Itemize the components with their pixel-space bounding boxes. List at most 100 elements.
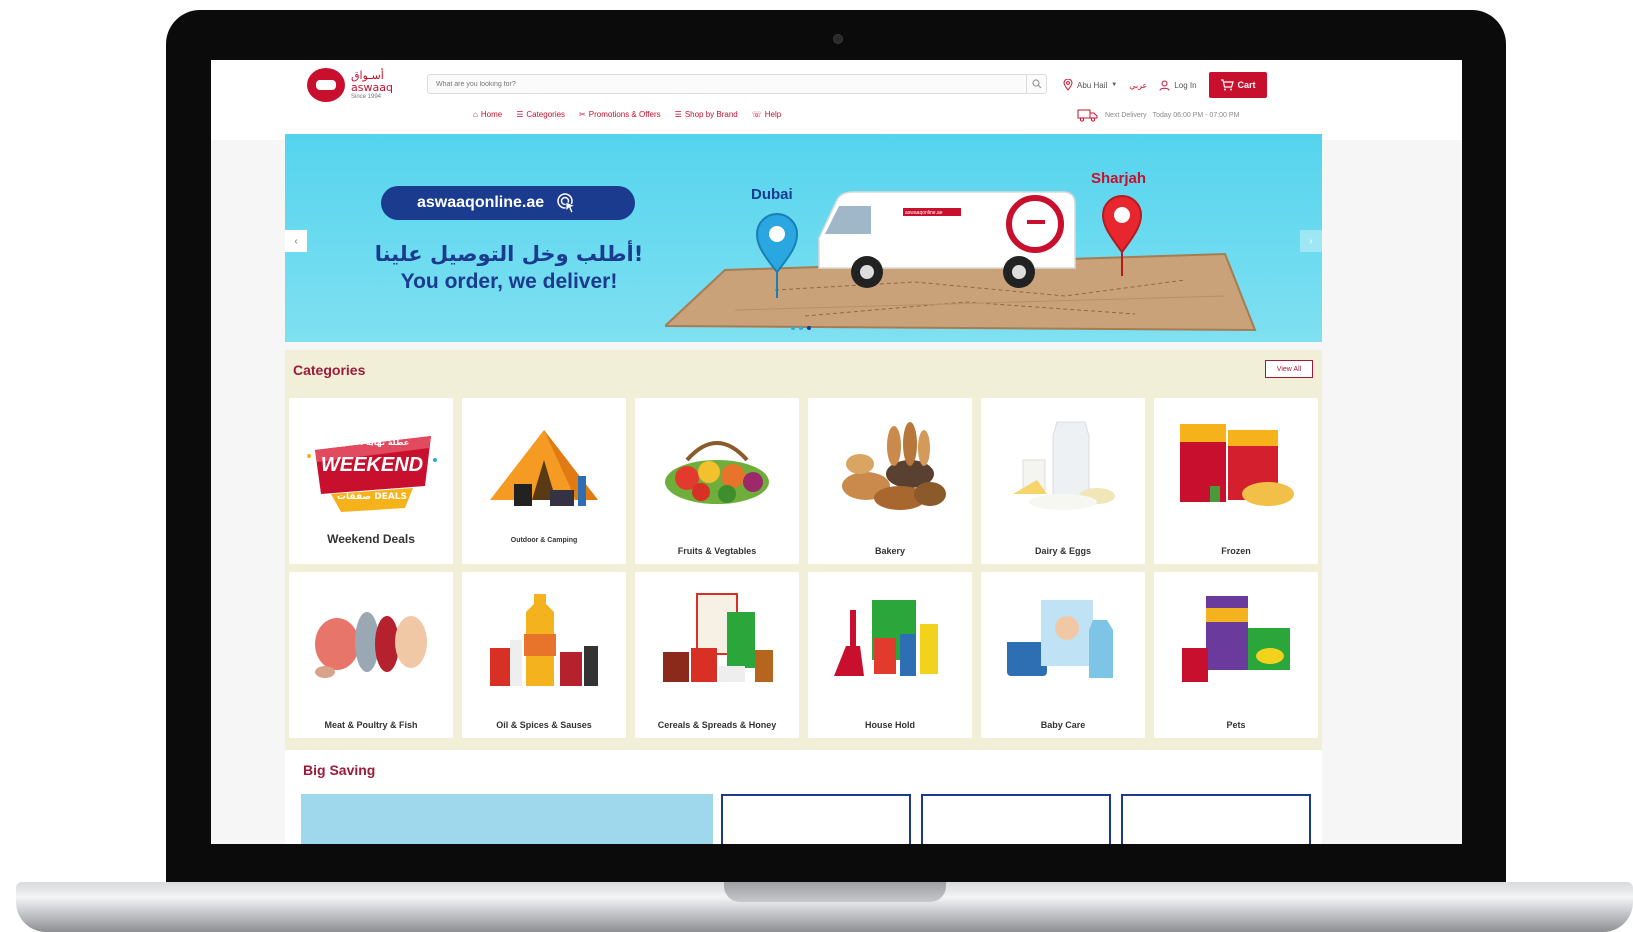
next-delivery-label: Next Delivery	[1105, 111, 1147, 119]
nav-item-home[interactable]: ⌂ Home	[473, 110, 502, 119]
cart-icon	[1220, 79, 1234, 91]
tag-icon: ✂	[579, 110, 586, 119]
site-header: أسـواق aswaaq Since 1994 What are you lo…	[211, 60, 1462, 140]
pagination-dot[interactable]	[799, 326, 803, 330]
logo-mark-icon	[307, 68, 345, 102]
banner-url: aswaaqonline.ae	[417, 194, 545, 211]
laptop-hinge-notch	[724, 882, 946, 902]
dairy-icon	[1013, 421, 1115, 510]
click-cursor-icon	[557, 193, 577, 214]
nav-item-label: Categories	[526, 110, 566, 119]
banner-url-pill: aswaaqonline.ae	[381, 186, 635, 220]
banner-next-button[interactable]: ›	[1300, 230, 1322, 252]
category-label: Cereals & Spreads & Honey	[657, 720, 777, 730]
language-switch[interactable]: عربي	[1129, 81, 1147, 90]
nav-item-categories[interactable]: ☰ Categories	[516, 110, 565, 119]
cereal-box-icon	[663, 593, 773, 682]
category-label: Outdoor & Camping	[510, 537, 578, 544]
frozen-fries-icon	[1180, 424, 1294, 506]
category-label: Pets	[1226, 720, 1246, 730]
search-button[interactable]	[1026, 75, 1046, 93]
baby-care-icon	[1007, 600, 1113, 678]
help-icon: ☏	[751, 110, 762, 119]
site-logo[interactable]: أسـواق aswaaq Since 1994	[307, 68, 393, 102]
pet-food-icon	[1182, 596, 1290, 682]
van-logo-text: aswaaqonline.ae	[905, 210, 943, 216]
weekend-deals-icon: عطلة نهاية الأسبوع WEEKEND صفقات DEALS	[307, 416, 437, 518]
browser-screen: أسـواق aswaaq Since 1994 What are you lo…	[211, 60, 1462, 844]
category-card-bakery[interactable]: Bakery	[808, 398, 972, 564]
big-saving-card[interactable]	[921, 794, 1111, 844]
nav-item-shop-by-brand[interactable]: ☰ Shop by Brand	[675, 110, 738, 119]
category-label: Fruits & Vegtables	[677, 546, 757, 556]
category-card-frozen[interactable]: Frozen	[1154, 398, 1318, 564]
webcam	[833, 34, 843, 44]
bread-basket-icon	[842, 422, 946, 510]
list-icon: ☰	[516, 110, 524, 119]
search-input[interactable]	[428, 75, 1026, 93]
big-saving-card[interactable]	[1121, 794, 1311, 844]
view-all-button[interactable]: View All	[1265, 360, 1313, 378]
category-card-dairy-eggs[interactable]: Dairy & Eggs	[981, 398, 1145, 564]
next-delivery-time: Today 06:00 PM - 07:00 PM	[1152, 111, 1240, 119]
nav-item-label: Shop by Brand	[684, 110, 738, 119]
banner-tagline-arabic: أطلب وخل التوصيل علينا!	[374, 242, 644, 266]
location-pin-icon	[1063, 79, 1073, 91]
search-bar	[427, 74, 1047, 94]
banner-pagination	[791, 326, 811, 330]
category-label: Oil & Spices & Sauses	[496, 720, 592, 730]
big-saving-card[interactable]	[721, 794, 911, 844]
categories-title: Categories	[293, 362, 366, 378]
category-card-fruits-vegetables[interactable]: Fruits & Vegtables	[635, 398, 799, 564]
nav-item-promotions[interactable]: ✂ Promotions & Offers	[579, 110, 661, 119]
nav-item-label: Help	[764, 110, 782, 119]
location-selector[interactable]: Abu Hail ▼	[1063, 79, 1117, 91]
delivery-truck-icon	[1077, 109, 1098, 122]
categories-section: Categories View All عطلة نهاية الأسبوع W…	[285, 350, 1322, 750]
nav-item-label: Home	[480, 110, 503, 119]
list-icon: ☰	[674, 110, 682, 119]
category-card-house-hold[interactable]: House Hold	[808, 572, 972, 738]
category-label: Bakery	[874, 546, 906, 556]
chevron-right-icon: ›	[1309, 235, 1313, 247]
category-label: Dairy & Eggs	[1034, 546, 1092, 556]
category-label: Weekend Deals	[327, 532, 415, 546]
big-saving-banner[interactable]	[301, 794, 713, 844]
city-label-dubai: Dubai	[751, 186, 793, 203]
chevron-left-icon: ‹	[294, 235, 298, 247]
language-label: عربي	[1129, 80, 1148, 90]
header-actions: Abu Hail ▼ عربي Log In Cart	[1063, 72, 1267, 98]
meat-icon	[315, 612, 427, 678]
logo-latin: aswaaq	[351, 81, 393, 94]
category-card-pets[interactable]: Pets	[1154, 572, 1318, 738]
chevron-down-icon: ▼	[1111, 82, 1118, 88]
weekend-badge-english: WEEKEND	[320, 454, 424, 476]
nav-item-help[interactable]: ☏ Help	[752, 110, 781, 119]
login-link[interactable]: Log In	[1159, 80, 1197, 91]
weekend-badge-arabic: عطلة نهاية الأسبوع	[332, 438, 410, 447]
pagination-dot[interactable]	[791, 326, 795, 330]
pagination-dot-active[interactable]	[807, 326, 811, 330]
search-icon	[1031, 79, 1041, 89]
category-card-oil-spices-sauses[interactable]: Oil & Spices & Sauses	[462, 572, 626, 738]
nav-item-label: Promotions & Offers	[588, 110, 661, 119]
banner-tagline-english: You order, we deliver!	[400, 270, 618, 293]
dubai-pin-icon	[755, 213, 799, 298]
login-label: Log In	[1174, 80, 1197, 90]
banner-prev-button[interactable]: ‹	[285, 230, 307, 252]
oil-bottle-icon	[490, 594, 598, 686]
category-card-outdoor-camping[interactable]: Outdoor & Camping	[462, 398, 626, 564]
home-icon: ⌂	[473, 110, 478, 119]
cart-button[interactable]: Cart	[1208, 72, 1267, 98]
category-card-baby-care[interactable]: Baby Care	[981, 572, 1145, 738]
category-label: House Hold	[864, 720, 915, 730]
category-card-meat-poultry-fish[interactable]: Meat & Poultry & Fish	[289, 572, 453, 738]
next-delivery-info: Next Delivery Today 06:00 PM - 07:00 PM	[1077, 108, 1239, 122]
delivery-van-illustration	[818, 191, 1076, 288]
category-card-cereals-spreads-honey[interactable]: Cereals & Spreads & Honey	[635, 572, 799, 738]
cleaning-icon	[834, 600, 938, 676]
category-card-weekend-deals[interactable]: عطلة نهاية الأسبوع WEEKEND صفقات DEALS W…	[289, 398, 453, 564]
hero-banner[interactable]: aswaaqonline.ae أطلب وخل التوصيل علينا! …	[285, 134, 1322, 342]
category-label: Baby Care	[1040, 720, 1086, 730]
main-nav: ⌂ Home ☰ Categories ✂ Promotions & Offer…	[473, 110, 781, 119]
